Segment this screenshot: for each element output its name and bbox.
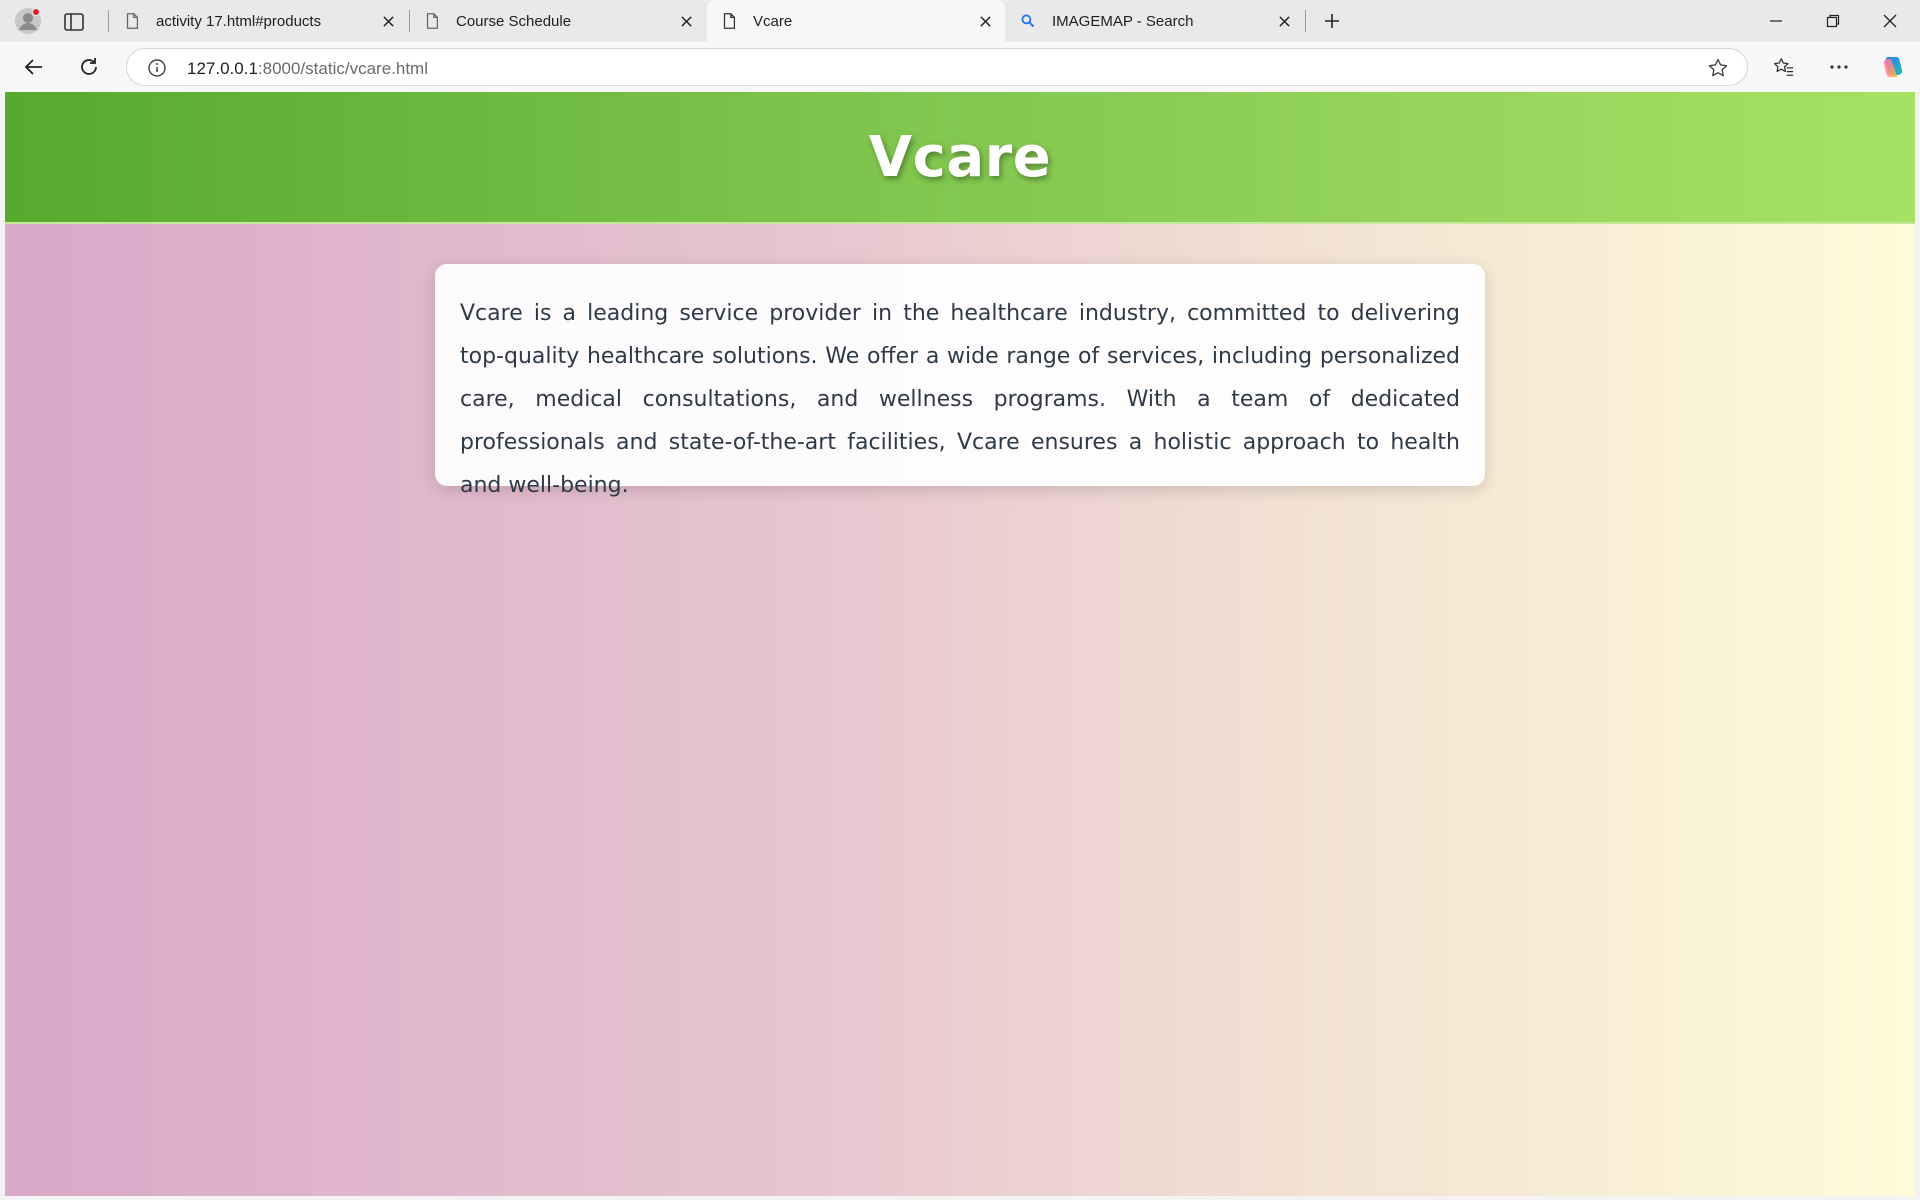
- tab-vcare[interactable]: Vcare: [707, 0, 1005, 42]
- minimize-button[interactable]: [1748, 0, 1804, 42]
- url-path: :8000/static/vcare.html: [257, 59, 428, 78]
- address-bar[interactable]: 127.0.0.1:8000/static/vcare.html: [126, 48, 1748, 86]
- tab-separator: [1305, 10, 1306, 32]
- page-icon: [719, 11, 739, 31]
- page-icon: [422, 11, 442, 31]
- page-icon: [122, 11, 142, 31]
- profile-avatar-icon[interactable]: [14, 7, 42, 35]
- tab-course-schedule[interactable]: Course Schedule: [410, 0, 706, 42]
- search-icon: [1018, 11, 1038, 31]
- back-button[interactable]: [18, 51, 50, 83]
- page-viewport: Vcare Vcare is a leading service provide…: [5, 92, 1915, 1196]
- page-title: Vcare: [868, 124, 1052, 190]
- url-host: 127.0.0.1: [187, 59, 258, 78]
- tab-title: Course Schedule: [456, 12, 572, 30]
- tab-title: IMAGEMAP - Search: [1052, 12, 1194, 30]
- more-options-icon[interactable]: [1823, 51, 1855, 83]
- tab-separator: [108, 10, 109, 32]
- browser-toolbar: 127.0.0.1:8000/static/vcare.html: [0, 42, 1920, 92]
- description-text: Vcare is a leading service provider in t…: [460, 301, 1460, 498]
- new-tab-button[interactable]: [1318, 7, 1346, 35]
- close-tab-icon[interactable]: [374, 7, 402, 35]
- tab-activity-17[interactable]: activity 17.html#products: [110, 0, 408, 42]
- description-card: Vcare is a leading service provider in t…: [435, 264, 1485, 498]
- tab-strip: activity 17.html#products Course Schedul…: [0, 0, 1920, 42]
- close-tab-icon[interactable]: [1270, 7, 1298, 35]
- refresh-button[interactable]: [73, 51, 105, 83]
- tab-title: Vcare: [753, 12, 793, 30]
- close-window-button[interactable]: [1862, 0, 1918, 42]
- tab-imagemap-search[interactable]: IMAGEMAP - Search: [1006, 0, 1304, 42]
- close-tab-icon[interactable]: [971, 7, 999, 35]
- close-tab-icon[interactable]: [672, 7, 700, 35]
- favorites-icon[interactable]: [1768, 51, 1800, 83]
- site-info-icon[interactable]: [147, 58, 167, 78]
- favorite-star-icon[interactable]: [1707, 57, 1729, 79]
- tab-title: activity 17.html#products: [156, 12, 322, 30]
- site-header: Vcare: [5, 92, 1915, 224]
- restore-button[interactable]: [1805, 0, 1861, 42]
- copilot-icon[interactable]: [1877, 51, 1909, 83]
- tab-actions-icon[interactable]: [62, 10, 86, 34]
- url-text[interactable]: 127.0.0.1:8000/static/vcare.html: [187, 59, 428, 79]
- notification-dot-icon: [32, 8, 40, 16]
